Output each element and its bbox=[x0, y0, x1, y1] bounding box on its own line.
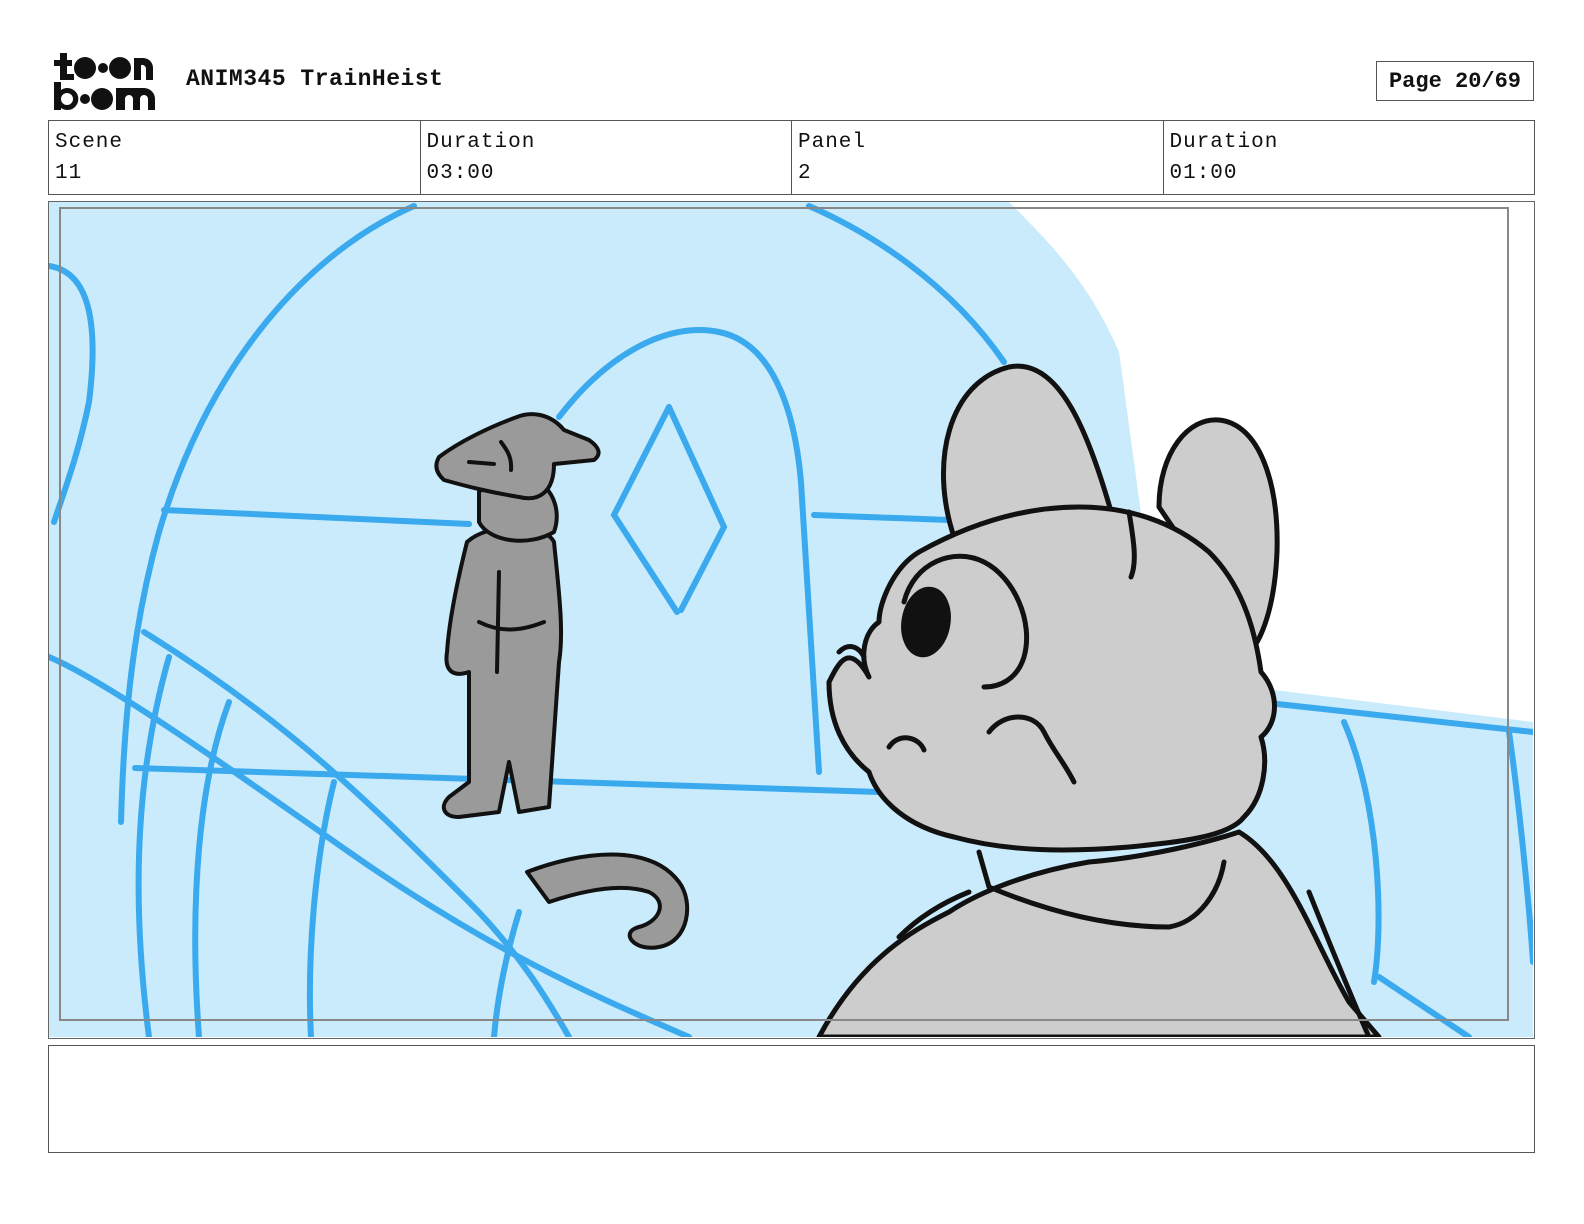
panel-label: Panel bbox=[798, 131, 867, 154]
panel-drawing bbox=[49, 202, 1533, 1037]
scene-label: Scene bbox=[55, 131, 124, 154]
panel-duration-value: 01:00 bbox=[1169, 162, 1238, 185]
panel-cell: Panel 2 bbox=[792, 121, 1164, 194]
train-car-interior-fill bbox=[49, 202, 1533, 1037]
panel-notes-box[interactable] bbox=[48, 1045, 1535, 1153]
panel-value: 2 bbox=[798, 162, 812, 185]
scene-cell: Scene 11 bbox=[49, 121, 421, 194]
project-title: ANIM345 TrainHeist bbox=[186, 66, 444, 92]
scene-info-table: Scene 11 Duration 03:00 Panel 2 Duration… bbox=[48, 120, 1535, 195]
storyboard-panel[interactable] bbox=[48, 201, 1535, 1039]
scene-duration-cell: Duration 03:00 bbox=[421, 121, 792, 194]
scene-value: 11 bbox=[55, 162, 83, 185]
panel-duration-label: Duration bbox=[1169, 131, 1279, 154]
panel-duration-cell: Duration 01:00 bbox=[1164, 121, 1535, 194]
page-counter: Page 20/69 bbox=[1376, 61, 1534, 101]
scene-duration-label: Duration bbox=[426, 131, 536, 154]
scene-duration-value: 03:00 bbox=[426, 162, 495, 185]
toon-boom-logo bbox=[52, 50, 164, 112]
